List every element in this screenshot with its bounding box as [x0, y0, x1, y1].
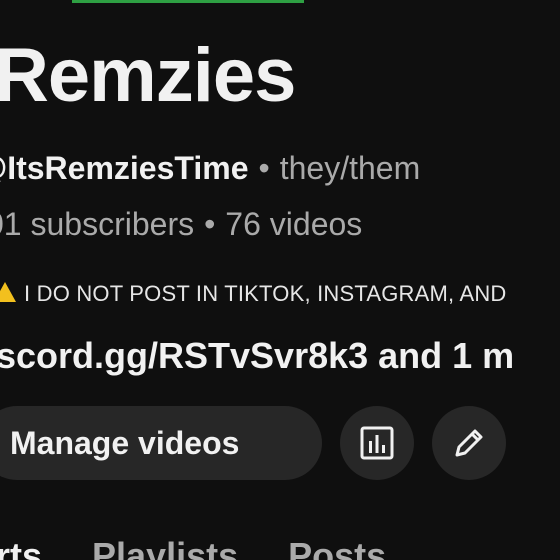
analytics-icon — [360, 426, 394, 460]
pencil-icon — [455, 429, 483, 457]
channel-meta-row: @ItsRemziesTime • they/them — [0, 152, 420, 184]
manage-videos-button[interactable]: Manage videos — [0, 406, 322, 480]
separator-dot: • — [204, 206, 216, 242]
warning-icon — [0, 282, 16, 302]
separator-dot: • — [258, 150, 270, 186]
channel-handle[interactable]: @ItsRemziesTime — [0, 150, 249, 186]
progress-bar — [72, 0, 304, 3]
tab-shorts[interactable]: orts — [0, 538, 42, 560]
edit-button[interactable] — [432, 406, 506, 480]
analytics-button[interactable] — [340, 406, 414, 480]
channel-description-text: I DO NOT POST IN TIKTOK, INSTAGRAM, AND — [24, 281, 507, 306]
channel-name: Remzies — [0, 33, 296, 118]
tab-playlists[interactable]: Playlists — [92, 538, 238, 560]
channel-link[interactable]: iscord.gg/RSTvSvr8k3 and 1 m — [0, 338, 514, 374]
subscriber-count: 01 subscribers — [0, 206, 195, 242]
manage-videos-label: Manage videos — [10, 424, 240, 461]
tab-posts[interactable]: Posts — [288, 538, 386, 560]
video-count: 76 videos — [225, 206, 363, 242]
channel-stats-row: 01 subscribers • 76 videos — [0, 208, 362, 240]
channel-pronouns: they/them — [279, 150, 421, 186]
channel-description[interactable]: I DO NOT POST IN TIKTOK, INSTAGRAM, AND — [0, 282, 507, 305]
channel-tabs: orts Playlists Posts — [0, 538, 436, 560]
